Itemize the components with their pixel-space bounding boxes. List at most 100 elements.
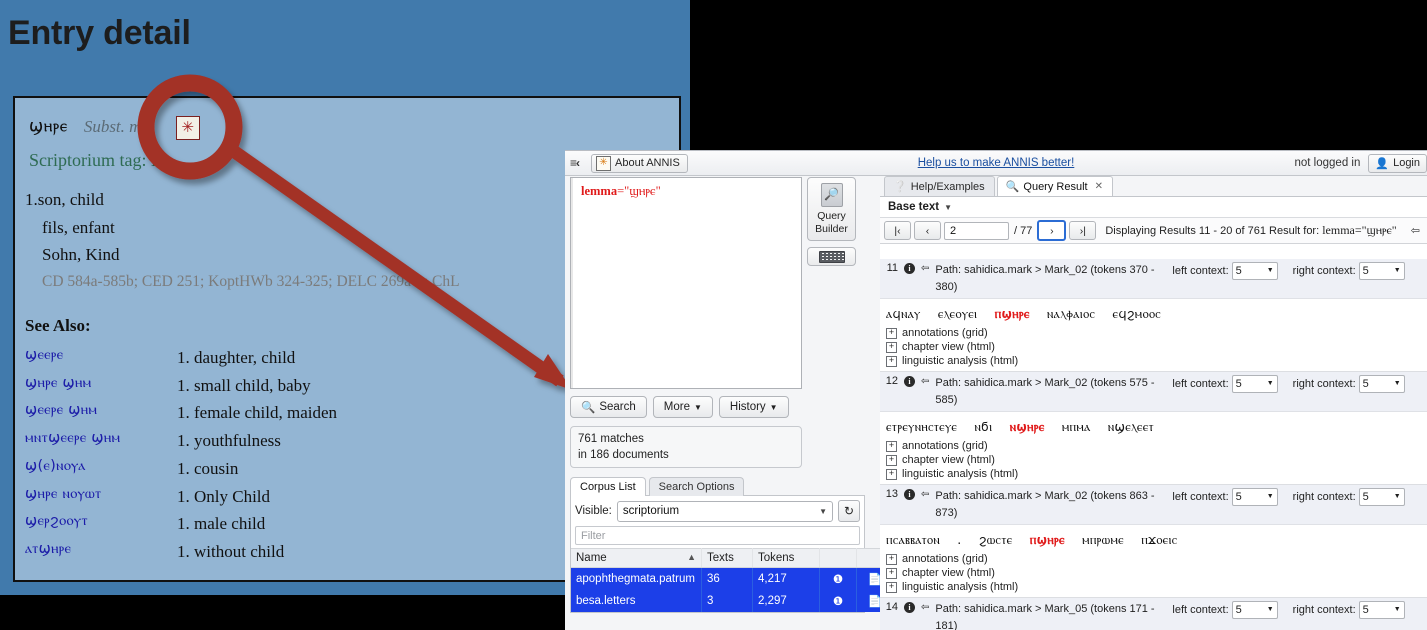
search-icon: 🔍 xyxy=(1005,181,1020,193)
see-also-item[interactable]: ⲙⲛⲧϣⲉⲉⲣⲉ ϣⲏⲙ 1. youthfulness xyxy=(25,427,337,455)
see-also-item[interactable]: ϣⲉⲉⲣⲉ 1. daughter, child xyxy=(25,344,337,372)
subview-annotations-grid[interactable]: + annotations (grid) xyxy=(880,439,1427,453)
token[interactable]: ⲉⲧⲣⲉⲩⲛⲏⲥⲧⲉⲩⲉ xyxy=(886,419,957,434)
query-builder-button[interactable]: 🔎 Query Builder xyxy=(807,177,856,241)
token[interactable]: ⲙⲡⲣⲱⲙⲉ xyxy=(1082,532,1124,547)
share-icon[interactable]: ⇦ xyxy=(921,263,929,274)
tab-help-examples-label: Help/Examples xyxy=(910,180,985,193)
info-icon[interactable]: i xyxy=(904,489,915,500)
see-also-item[interactable]: ϣⲉⲉⲣⲉ ϣⲏⲙ 1. female child, maiden xyxy=(25,399,337,427)
base-text-label: Base text xyxy=(888,201,940,213)
token-match[interactable]: ⲡϣⲏⲣⲉ xyxy=(1030,532,1065,547)
search-button[interactable]: 🔍 Search xyxy=(570,396,647,418)
more-button[interactable]: More ▼ xyxy=(652,396,713,418)
see-also-word[interactable]: ϣⲏⲣⲉ ϣⲏⲙ xyxy=(25,372,177,400)
corpus-filter-input[interactable]: Filter xyxy=(575,526,860,545)
see-also-item[interactable]: ϣⲏⲣⲉ ⲛⲟⲩⲱⲧ 1. Only Child xyxy=(25,483,337,511)
subview-chapter-view[interactable]: + chapter view (html) xyxy=(880,566,1427,580)
left-context-select[interactable]: 5 ▼ xyxy=(1231,488,1278,506)
subview-linguistic-analysis[interactable]: + linguistic analysis (html) xyxy=(880,580,1427,594)
subview-chapter-view[interactable]: + chapter view (html) xyxy=(880,453,1427,467)
left-context-select[interactable]: 5 ▼ xyxy=(1231,262,1278,280)
token[interactable]: ⲛⲁⲗⲫⲁⲓⲟⲥ xyxy=(1047,306,1095,321)
info-icon[interactable]: i xyxy=(904,602,915,613)
corpus-info-icon[interactable]: ❶ xyxy=(819,567,857,590)
see-also-item[interactable]: ϣⲏⲣⲉ ϣⲏⲙ 1. small child, baby xyxy=(25,372,337,400)
subview-chapter-view[interactable]: + chapter view (html) xyxy=(880,340,1427,354)
right-context-select[interactable]: 5 ▼ xyxy=(1358,262,1405,280)
token[interactable]: ⲡϫⲟⲉⲓⲥ xyxy=(1141,532,1177,547)
visible-corpus-select[interactable]: scriptorium ▼ xyxy=(616,500,833,522)
token[interactable]: . xyxy=(957,532,961,547)
last-page-button[interactable]: ›| xyxy=(1069,221,1097,240)
tab-help-examples[interactable]: ❔ Help/Examples xyxy=(884,176,995,196)
see-also-word[interactable]: ϣⲉⲉⲣⲉ xyxy=(25,344,177,372)
right-context-select[interactable]: 5 ▼ xyxy=(1358,488,1405,506)
refresh-corpus-button[interactable]: ↻ xyxy=(838,500,860,522)
see-also-word[interactable]: ϣ(ⲉ)ⲛⲟⲩⲁ xyxy=(25,455,177,483)
subview-annotations-grid[interactable]: + annotations (grid) xyxy=(880,326,1427,340)
visible-corpus-value: scriptorium xyxy=(622,505,680,517)
share-icon[interactable]: ⇦ xyxy=(921,602,929,613)
see-also-item[interactable]: ϣⲉⲣϩⲟⲟⲩⲧ 1. male child xyxy=(25,510,337,538)
token[interactable]: ⲙⲡⲙⲁ xyxy=(1062,419,1091,434)
info-icon[interactable]: i xyxy=(904,263,915,274)
see-also-word[interactable]: ⲁⲧϣⲏⲣⲉ xyxy=(25,538,177,566)
share-icon[interactable]: ⇦ xyxy=(921,489,929,500)
share-icon[interactable]: ⇦ xyxy=(1411,224,1420,237)
result-item: 11 i ⇦ Path: sahidica.mark > Mark_02 (to… xyxy=(880,259,1427,372)
left-context-select[interactable]: 5 ▼ xyxy=(1231,375,1278,393)
next-page-button[interactable]: › xyxy=(1037,220,1067,241)
token[interactable]: ⲡⲥⲁⲃⲃⲁⲧⲟⲛ xyxy=(886,532,940,547)
sort-ascending-icon: ▲ xyxy=(687,552,696,562)
query-input[interactable]: lemma="ϣⲏⲣⲉ" xyxy=(570,177,802,389)
close-icon[interactable]: ✕ xyxy=(1095,181,1103,192)
expand-icon: + xyxy=(886,327,897,339)
annis-star-icon[interactable]: ✳ xyxy=(175,116,200,140)
page-number-input[interactable]: 2 xyxy=(944,221,1009,240)
base-text-selector[interactable]: Base text ▼ xyxy=(880,197,1427,218)
see-also-word[interactable]: ϣⲉⲣϩⲟⲟⲩⲧ xyxy=(25,510,177,538)
token[interactable]: ϩⲱⲥⲧⲉ xyxy=(979,532,1013,547)
see-also-word[interactable]: ⲙⲛⲧϣⲉⲉⲣⲉ ϣⲏⲙ xyxy=(25,427,177,455)
see-also-word[interactable]: ϣⲉⲉⲣⲉ ϣⲏⲙ xyxy=(25,399,177,427)
right-context-select[interactable]: 5 ▼ xyxy=(1358,375,1405,393)
refresh-icon: ↻ xyxy=(843,504,855,518)
token-match[interactable]: ⲛϣⲏⲣⲉ xyxy=(1010,419,1045,434)
token[interactable]: ⲉϥϩⲙⲟⲟⲥ xyxy=(1113,306,1162,321)
match-count-line-2: in 186 documents xyxy=(578,449,669,462)
see-also-word[interactable]: ϣⲏⲣⲉ ⲛⲟⲩⲱⲧ xyxy=(25,483,177,511)
subview-linguistic-analysis[interactable]: + linguistic analysis (html) xyxy=(880,467,1427,481)
table-row[interactable]: besa.letters 3 2,297 ❶ 📄 xyxy=(571,590,894,612)
see-also-item[interactable]: ϣ(ⲉ)ⲛⲟⲩⲁ 1. cousin xyxy=(25,455,337,483)
token-match[interactable]: ⲡϣⲏⲣⲉ xyxy=(995,306,1030,321)
virtual-keyboard-button[interactable] xyxy=(807,247,856,266)
column-header-tokens[interactable]: Tokens xyxy=(752,548,820,568)
tab-corpus-list[interactable]: Corpus List xyxy=(570,477,646,496)
tab-query-result[interactable]: 🔍 Query Result ✕ xyxy=(996,176,1113,196)
tab-query-result-label: Query Result xyxy=(1023,180,1088,193)
previous-page-button[interactable]: ‹ xyxy=(914,221,941,240)
help-improve-link[interactable]: Help us to make ANNIS better! xyxy=(565,157,1427,169)
column-header-texts[interactable]: Texts xyxy=(701,548,753,568)
result-item-header: 11 i ⇦ Path: sahidica.mark > Mark_02 (to… xyxy=(880,259,1427,299)
corpus-info-icon[interactable]: ❶ xyxy=(819,590,857,612)
token[interactable]: ⲛϭⲓ xyxy=(975,419,993,434)
table-row[interactable]: apophthegmata.patrum 36 4,217 ❶ 📄 xyxy=(571,567,894,590)
share-icon[interactable]: ⇦ xyxy=(921,376,929,387)
info-icon[interactable]: i xyxy=(904,376,915,387)
see-also-gloss: 1. Only Child xyxy=(177,486,271,506)
token[interactable]: ⲉⲗⲉⲟⲩⲉⲓ xyxy=(938,306,977,321)
subview-linguistic-analysis[interactable]: + linguistic analysis (html) xyxy=(880,354,1427,368)
left-context-select[interactable]: 5 ▼ xyxy=(1231,601,1278,619)
first-page-button[interactable]: |‹ xyxy=(884,221,911,240)
token[interactable]: ⲛϣⲉⲗⲉⲉⲧ xyxy=(1108,419,1154,434)
token[interactable]: ⲁϥⲛⲁⲩ xyxy=(886,306,921,321)
column-header-name[interactable]: Name ▲ xyxy=(571,548,702,568)
left-context-control: left context: 5 ▼ xyxy=(1172,488,1280,506)
right-context-select[interactable]: 5 ▼ xyxy=(1358,601,1405,619)
see-also-item[interactable]: ⲁⲧϣⲏⲣⲉ 1. without child xyxy=(25,538,337,566)
history-button[interactable]: History ▼ xyxy=(718,396,789,418)
subview-annotations-grid[interactable]: + annotations (grid) xyxy=(880,552,1427,566)
tab-search-options[interactable]: Search Options xyxy=(648,477,745,496)
